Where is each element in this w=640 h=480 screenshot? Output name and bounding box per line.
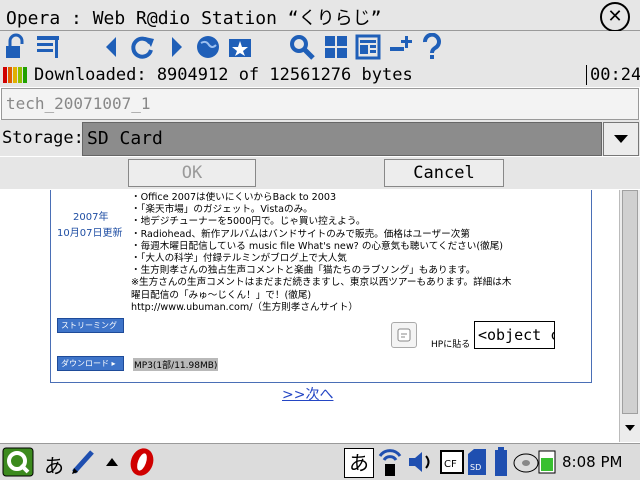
title-bar: Opera : Web R@dio Station “くりらじ” ✕ xyxy=(0,0,640,32)
mp3-link[interactable]: MP3(1部/11.98MB) xyxy=(133,358,219,371)
update-date: 10月07日更新 xyxy=(57,228,123,239)
toolbar xyxy=(0,31,640,63)
taskbar: あ あ CF SD 8:08 PM xyxy=(0,443,640,480)
pen-icon[interactable] xyxy=(70,448,98,476)
web-content: 2007年 10月07日更新 ・Office 2007は使いにくいからBack … xyxy=(0,190,640,442)
search-icon[interactable] xyxy=(288,33,316,61)
grid-view-icon[interactable] xyxy=(322,33,350,61)
sd-card-icon[interactable]: SD xyxy=(466,448,488,476)
elapsed-time: 00:24 xyxy=(586,65,640,85)
scroll-down-icon[interactable] xyxy=(622,420,638,436)
bookmark-star-icon[interactable] xyxy=(226,33,254,61)
chevron-down-icon xyxy=(614,135,628,143)
news-line: ・Office 2007は使いにくいからBack to 2003 xyxy=(131,192,337,203)
page-view-icon[interactable] xyxy=(354,33,382,61)
opera-app-icon[interactable] xyxy=(126,446,156,478)
vertical-scrollbar[interactable] xyxy=(619,190,640,442)
clock: 8:08 PM xyxy=(562,453,623,471)
close-icon[interactable]: ✕ xyxy=(600,2,630,32)
clipboard-icon xyxy=(397,328,411,342)
download-progress-meter xyxy=(3,67,27,83)
copy-icon[interactable] xyxy=(391,322,417,348)
news-line: ・地デジチューナーを5000円で。じゃ買い控えよう。 xyxy=(131,216,366,228)
forward-icon[interactable] xyxy=(164,33,192,61)
start-menu-icon[interactable] xyxy=(2,447,34,477)
zoom-icon[interactable] xyxy=(388,33,416,61)
ime-mode-button[interactable]: あ xyxy=(344,448,374,478)
help-icon[interactable] xyxy=(418,33,446,61)
news-line: ・生方則孝さんの独占生声コメントと楽曲「猫たちのラブソング」もあります。 xyxy=(131,265,476,277)
news-line: 曜日配信の「みゅ～じくん！」で！(徹尾) xyxy=(131,289,312,301)
update-year: 2007年 xyxy=(73,212,109,223)
filename-value: tech_20071007_1 xyxy=(6,94,151,113)
cf-card-icon[interactable]: CF xyxy=(440,450,464,474)
storage-label: Storage: xyxy=(2,128,84,148)
download-status-bar: Downloaded: 8904912 of 12561276 bytes 00… xyxy=(0,63,640,87)
svg-text:SD: SD xyxy=(470,463,481,472)
battery-icon[interactable] xyxy=(494,447,508,477)
next-page-link[interactable]: >>次へ xyxy=(282,384,333,404)
filename-field[interactable]: tech_20071007_1 xyxy=(1,88,639,120)
news-line: ・Radiohead、新作アルバムはバンドサイトのみで販売。価格はユーザー次第 xyxy=(131,228,470,240)
scrollbar-thumb[interactable] xyxy=(622,190,638,414)
ok-button[interactable]: OK xyxy=(128,159,256,187)
download-progress-text: Downloaded: 8904912 of 12561276 bytes xyxy=(34,65,413,85)
storage-select[interactable]: SD Card xyxy=(82,122,602,156)
reload-icon[interactable] xyxy=(128,33,156,61)
embed-label: HPに貼る xyxy=(431,340,471,350)
globe-icon[interactable] xyxy=(194,33,222,61)
program-panel: 2007年 10月07日更新 ・Office 2007は使いにくいからBack … xyxy=(50,190,592,383)
speaker-icon[interactable] xyxy=(406,448,436,476)
news-line: ・「楽天市場」のガジェット。Vistaのみ。 xyxy=(131,204,313,216)
cancel-button[interactable]: Cancel xyxy=(384,159,504,187)
chevron-up-icon[interactable] xyxy=(104,456,120,468)
news-line: ※生方さんの生声コメントはまだまだ続きますし、東京以西ツアーもあります。詳細は木 xyxy=(131,277,512,289)
lock-icon[interactable] xyxy=(2,33,30,61)
disk-icon[interactable] xyxy=(512,448,540,476)
svg-text:CF: CF xyxy=(444,459,457,470)
dialog-button-row: OK Cancel xyxy=(0,157,640,189)
news-line: ・毎週木曜日配信している music file What's new? の心意気… xyxy=(131,240,504,252)
window-title: Opera : Web R@dio Station “くりらじ” xyxy=(6,8,382,29)
back-icon[interactable] xyxy=(98,33,126,61)
news-line: ・「大人の科学」付録テルミンがブログ上で大人気 xyxy=(131,253,347,265)
storage-selected-value: SD Card xyxy=(87,128,163,149)
storage-dropdown-button[interactable] xyxy=(603,122,639,156)
download-label: ダウンロード xyxy=(61,359,109,368)
news-list: ・Office 2007は使いにくいからBack to 2003 ・「楽天市場」… xyxy=(131,192,591,314)
bookmark-list-icon[interactable] xyxy=(34,33,62,61)
streaming-label: ストリーミング xyxy=(61,321,117,330)
input-method-indicator[interactable]: あ xyxy=(44,450,64,479)
news-line[interactable]: http://www.ubuman.com/（生方則孝さんサイト） xyxy=(131,302,591,314)
storage-row: Storage: SD Card xyxy=(0,120,640,156)
wireless-icon[interactable] xyxy=(376,446,404,478)
embed-code-input[interactable]: <object cl xyxy=(474,321,555,349)
download-button[interactable]: ダウンロード ▸ xyxy=(57,356,124,371)
signal-meter-icon[interactable] xyxy=(538,450,556,474)
streaming-button[interactable]: ストリーミング ▸ xyxy=(57,318,124,343)
